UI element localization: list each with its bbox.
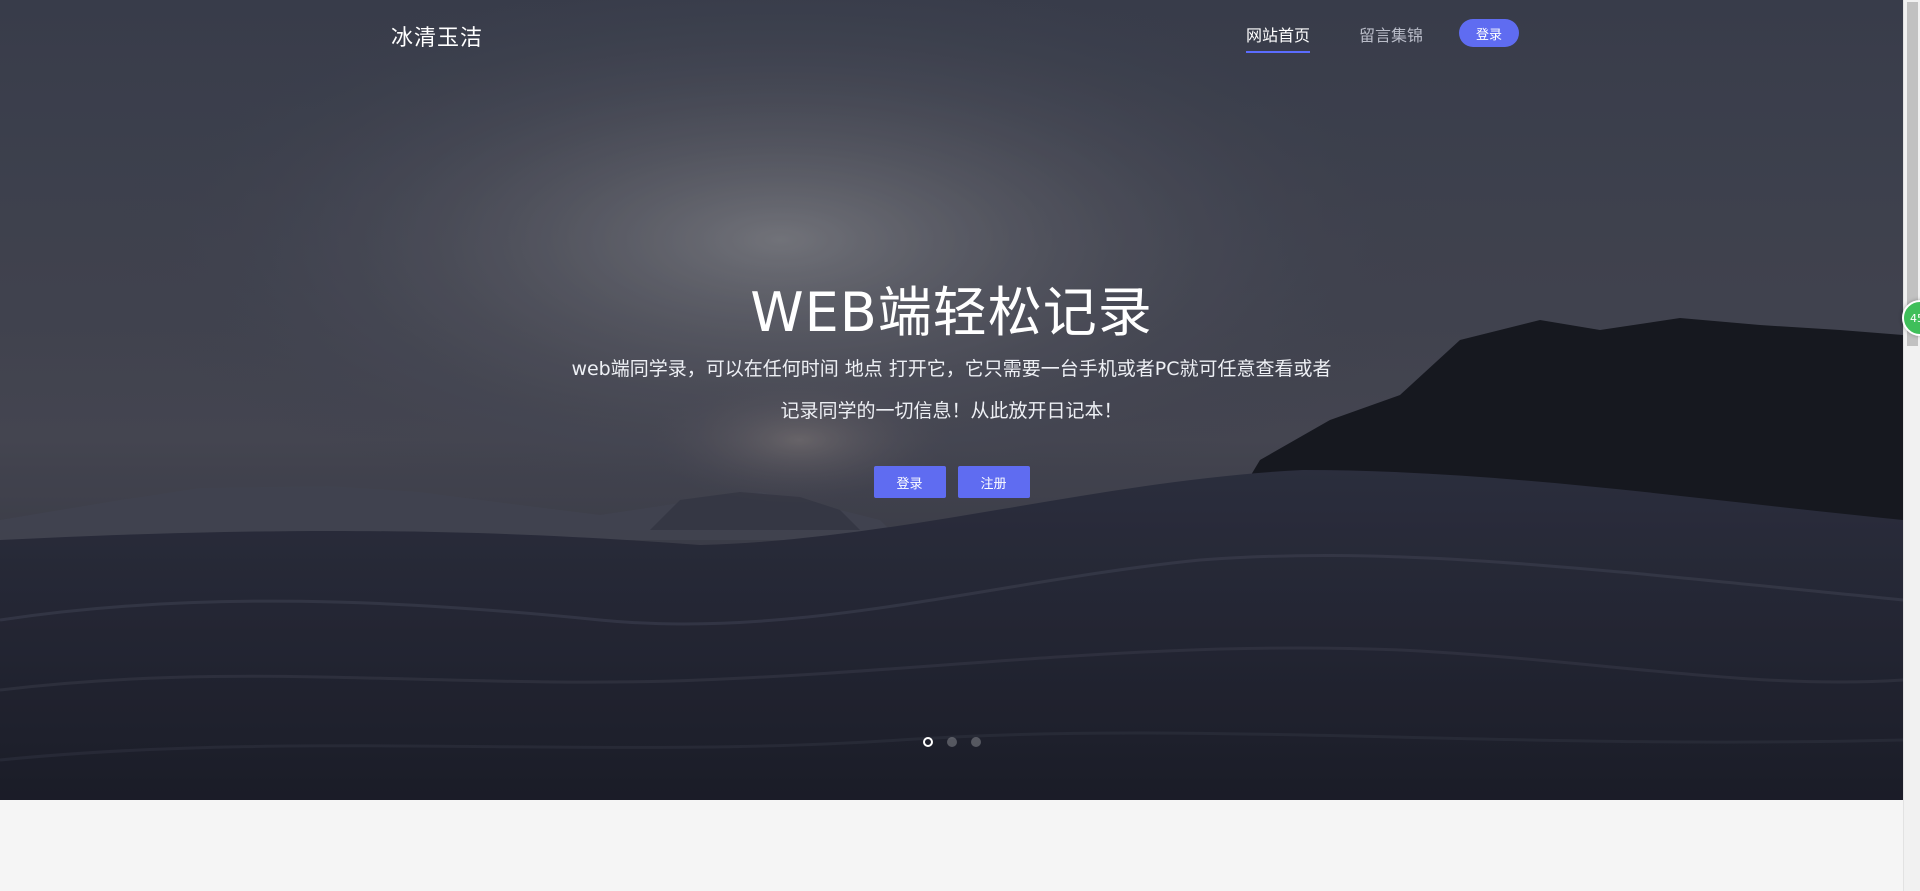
nav-link-messages[interactable]: 留言集锦 xyxy=(1359,22,1423,51)
carousel-dot-3[interactable] xyxy=(970,737,981,747)
content-area xyxy=(0,800,1903,891)
hero-login-button[interactable]: 登录 xyxy=(873,466,946,498)
scrollbar-thumb[interactable] xyxy=(1907,2,1918,346)
nav-link-home[interactable]: 网站首页 xyxy=(1246,22,1311,53)
hero-actions: 登录 注册 xyxy=(0,466,1903,498)
vertical-scrollbar[interactable] xyxy=(1903,0,1920,891)
hero-register-button[interactable]: 注册 xyxy=(957,466,1030,498)
hero-banner: 冰清玉洁 网站首页 留言集锦 登录 WEB端轻松记录 web端同学录，可以在任何… xyxy=(0,0,1903,800)
carousel-dot-2[interactable] xyxy=(946,737,957,747)
page: 冰清玉洁 网站首页 留言集锦 登录 WEB端轻松记录 web端同学录，可以在任何… xyxy=(0,0,1920,891)
nav-login-button[interactable]: 登录 xyxy=(1459,19,1519,47)
hero-title: WEB端轻松记录 xyxy=(750,281,1153,344)
hero-description: web端同学录，可以在任何时间 地点 打开它，它只需要一台手机或者PC就可任意查… xyxy=(571,358,1332,422)
top-navbar: 冰清玉洁 网站首页 留言集锦 登录 xyxy=(0,0,1903,70)
site-logo[interactable]: 冰清玉洁 xyxy=(391,20,483,52)
carousel-indicators xyxy=(0,737,1903,747)
carousel-dot-1[interactable] xyxy=(922,737,933,747)
